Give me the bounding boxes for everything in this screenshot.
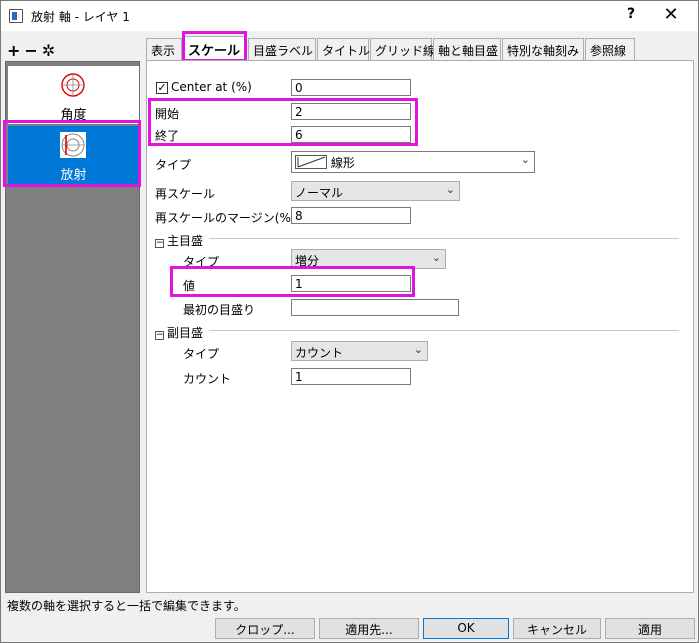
- tab-title[interactable]: タイトル: [317, 38, 370, 60]
- axis-toolbar: + − ✲: [7, 41, 59, 61]
- axis-item-label: 放射: [60, 168, 87, 183]
- title-bar: 放射 軸 - レイヤ 1 ? ✕: [1, 1, 698, 31]
- end-label: 終了: [155, 129, 180, 143]
- scale-type-label: タイプ: [155, 158, 192, 172]
- chevron-down-icon: ⌄: [520, 153, 530, 166]
- rescale-select[interactable]: ノーマル ⌄: [291, 181, 460, 201]
- center-at-checkbox[interactable]: ✓: [156, 82, 168, 94]
- collapse-icon[interactable]: −: [155, 331, 164, 340]
- tab-special-ticks[interactable]: 特別な軸刻み: [502, 38, 584, 60]
- rescale-label: 再スケール: [155, 187, 216, 201]
- major-type-label: タイプ: [183, 255, 220, 269]
- tab-tick-labels[interactable]: 目盛ラベル: [248, 38, 316, 60]
- angular-axis-icon: [61, 73, 85, 97]
- tab-display[interactable]: 表示: [146, 38, 182, 60]
- group-divider: [209, 330, 679, 331]
- first-tick-input[interactable]: [291, 299, 459, 316]
- chevron-down-icon: ⌄: [445, 183, 455, 196]
- gear-icon[interactable]: ✲: [42, 41, 55, 61]
- minor-ticks-group[interactable]: − 副目盛: [155, 324, 203, 341]
- ok-button[interactable]: OK: [423, 618, 509, 639]
- start-label: 開始: [155, 107, 180, 121]
- major-ticks-label: 主目盛: [167, 234, 204, 248]
- close-button[interactable]: ✕: [661, 4, 681, 25]
- center-at-label: Center at (%): [171, 80, 252, 94]
- tab-reference-lines[interactable]: 参照線: [585, 38, 635, 60]
- rescale-margin-label: 再スケールのマージン(%): [155, 211, 296, 225]
- crop-button[interactable]: クロップ...: [215, 618, 315, 639]
- minor-count-label: カウント: [183, 372, 232, 386]
- major-ticks-group[interactable]: − 主目盛: [155, 232, 203, 249]
- minor-type-value: カウント: [295, 346, 344, 360]
- linear-scale-icon: [295, 155, 327, 169]
- first-tick-label: 最初の目盛り: [183, 303, 256, 317]
- axis-list-panel: 角度 放射: [5, 61, 140, 593]
- scale-type-value: 線形: [330, 156, 355, 170]
- radial-axis-icon: [60, 132, 86, 158]
- end-input[interactable]: 6: [291, 126, 411, 143]
- add-icon[interactable]: +: [7, 41, 20, 61]
- help-button[interactable]: ?: [623, 6, 639, 22]
- app-icon: [9, 9, 23, 23]
- minor-ticks-label: 副目盛: [167, 326, 204, 340]
- rescale-value: ノーマル: [295, 186, 344, 200]
- scale-type-select[interactable]: 線形 ⌄: [291, 151, 535, 173]
- chevron-down-icon: ⌄: [413, 343, 423, 356]
- dialog-window: 放射 軸 - レイヤ 1 ? ✕ + − ✲ 角度 放射 表示 スケール 目盛ラ…: [0, 0, 699, 643]
- apply-to-button[interactable]: 適用先...: [319, 618, 419, 639]
- axis-item-radial[interactable]: 放射: [8, 126, 139, 184]
- minor-type-label: タイプ: [183, 347, 220, 361]
- major-value-label: 値: [183, 279, 196, 293]
- axis-item-angular[interactable]: 角度: [8, 66, 139, 124]
- window-title: 放射 軸 - レイヤ 1: [31, 10, 130, 24]
- major-type-select[interactable]: 増分 ⌄: [291, 249, 446, 269]
- remove-icon[interactable]: −: [24, 41, 37, 61]
- status-text: 複数の軸を選択すると一括で編集できます。: [7, 599, 246, 613]
- rescale-margin-input[interactable]: 8: [291, 207, 411, 224]
- major-value-input[interactable]: 1: [291, 275, 411, 292]
- cancel-button[interactable]: キャンセル: [513, 618, 601, 639]
- group-divider: [209, 238, 679, 239]
- apply-button[interactable]: 適用: [605, 618, 695, 639]
- collapse-icon[interactable]: −: [155, 239, 164, 248]
- center-at-input[interactable]: 0: [291, 79, 411, 96]
- minor-count-input[interactable]: 1: [291, 368, 411, 385]
- major-type-value: 増分: [295, 254, 320, 268]
- tab-line-and-ticks[interactable]: 軸と軸目盛: [433, 38, 501, 60]
- chevron-down-icon: ⌄: [431, 251, 441, 264]
- scale-page: ✓ Center at (%) 0 開始 2 終了 6 タイプ 線形 ⌄ 再スケ…: [146, 60, 694, 593]
- tab-grid-lines[interactable]: グリッド線: [370, 38, 435, 60]
- start-input[interactable]: 2: [291, 103, 411, 120]
- tab-scale[interactable]: スケール: [183, 36, 247, 61]
- axis-item-label: 角度: [60, 108, 87, 123]
- minor-type-select[interactable]: カウント ⌄: [291, 341, 428, 361]
